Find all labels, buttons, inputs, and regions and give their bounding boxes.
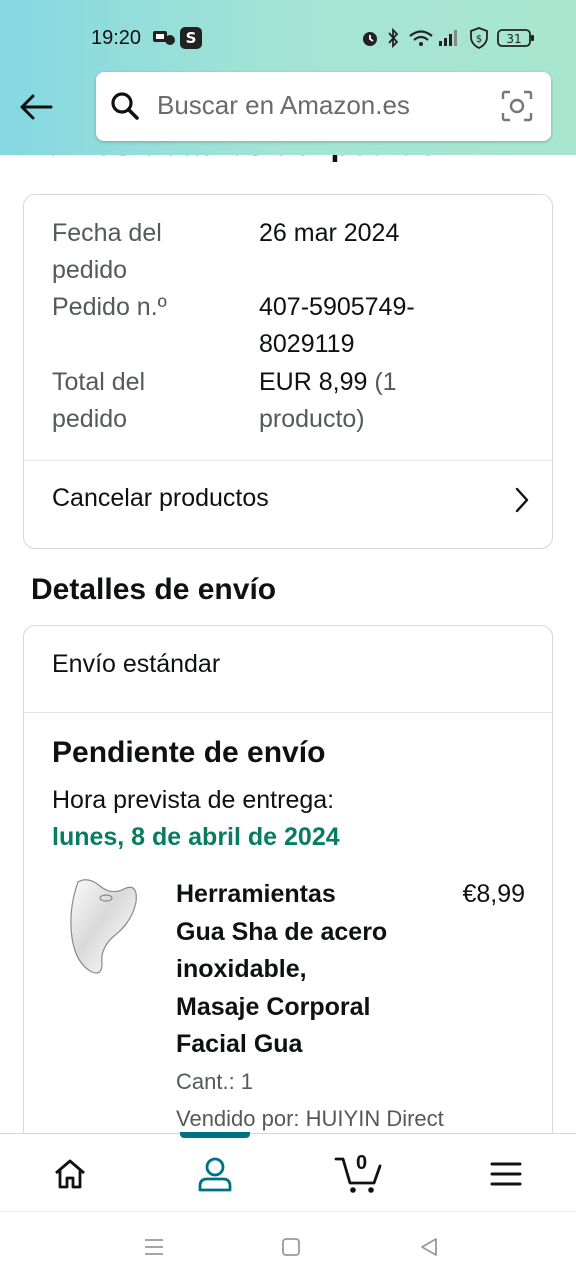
nav-account[interactable] <box>185 1152 245 1196</box>
nav-home[interactable] <box>40 1152 100 1196</box>
vpn-shield-icon: $ <box>469 27 489 49</box>
shipping-section-title: Detalles de envío <box>31 573 277 606</box>
camera-scan-icon[interactable] <box>501 90 533 127</box>
home-system-button[interactable] <box>276 1234 306 1260</box>
battery-level: 31 <box>506 32 521 46</box>
svg-text:$: $ <box>476 34 482 45</box>
back-button[interactable] <box>14 85 58 129</box>
eta-date: lunes, 8 de abril de 2024 <box>52 823 340 851</box>
eta-label: Hora prevista de entrega: <box>52 786 335 814</box>
cart-count: 0 <box>356 1152 368 1174</box>
wifi-icon <box>408 27 434 49</box>
shipping-card: Envío estándar Pendiente de envío Hora p… <box>23 625 553 1133</box>
product-quantity: Cant.: 1 <box>176 1069 254 1094</box>
system-nav-bar <box>0 1211 576 1280</box>
chevron-right-icon[interactable] <box>514 487 530 518</box>
order-summary-card: Fecha del pedido 26 mar 2024 Pedido n.º … <box>23 194 553 549</box>
search-input[interactable]: Buscar en Amazon.es <box>157 90 410 121</box>
shipping-type: Envío estándar <box>52 650 221 678</box>
home-icon <box>55 1159 85 1189</box>
recent-apps-button[interactable] <box>139 1234 169 1260</box>
order-total-value: EUR 8,99 (1 producto) <box>259 368 397 433</box>
back-system-button[interactable] <box>414 1234 444 1260</box>
divider <box>24 712 552 713</box>
divider <box>24 460 552 461</box>
product-name[interactable]: Herramientas Gua Sha de acero inoxidable… <box>176 876 426 1064</box>
order-number-label: Pedido n.º <box>52 293 167 321</box>
active-tab-indicator <box>180 1132 250 1138</box>
shipment-status: Pendiente de envío <box>52 736 326 769</box>
status-time: 19:20 <box>91 27 142 49</box>
search-bar[interactable]: Buscar en Amazon.es <box>96 72 551 141</box>
product-price: €8,99 <box>462 880 525 908</box>
search-icon <box>110 91 140 126</box>
bottom-nav: 0 <box>0 1132 576 1211</box>
menu-icon <box>490 1162 522 1186</box>
svg-text:S: S <box>186 29 197 47</box>
bluetooth-icon <box>386 27 400 49</box>
app-s-icon: S <box>180 27 202 49</box>
battery-icon: 31 <box>497 27 535 49</box>
signal-icon <box>438 27 460 49</box>
back-arrow-icon <box>20 94 53 120</box>
page-title: Ver los detalles del pedido <box>24 155 438 163</box>
user-icon <box>198 1157 232 1192</box>
nav-menu[interactable] <box>476 1152 536 1196</box>
order-date-value: 26 mar 2024 <box>259 219 400 247</box>
product-image[interactable] <box>66 878 140 978</box>
recents-icon <box>145 1239 163 1255</box>
order-date-label: Fecha del pedido <box>52 219 162 284</box>
alarm-icon <box>360 27 380 49</box>
notification-icon <box>152 27 176 49</box>
order-total-label: Total del pedido <box>52 368 146 433</box>
status-bar: 19:20 S $ 31 <box>0 0 576 76</box>
cancel-products-link[interactable]: Cancelar productos <box>52 484 269 513</box>
triangle-back-icon <box>421 1238 437 1256</box>
product-seller: Vendido por: HUIYIN Direct <box>176 1106 444 1131</box>
square-icon <box>282 1238 300 1256</box>
main-content: Ver los detalles del pedido Fecha del pe… <box>0 155 576 1133</box>
order-number-value: 407-5905749- 8029119 <box>259 293 415 358</box>
app-header: 19:20 S $ 31 Buscar en Amazon.es <box>0 0 576 155</box>
